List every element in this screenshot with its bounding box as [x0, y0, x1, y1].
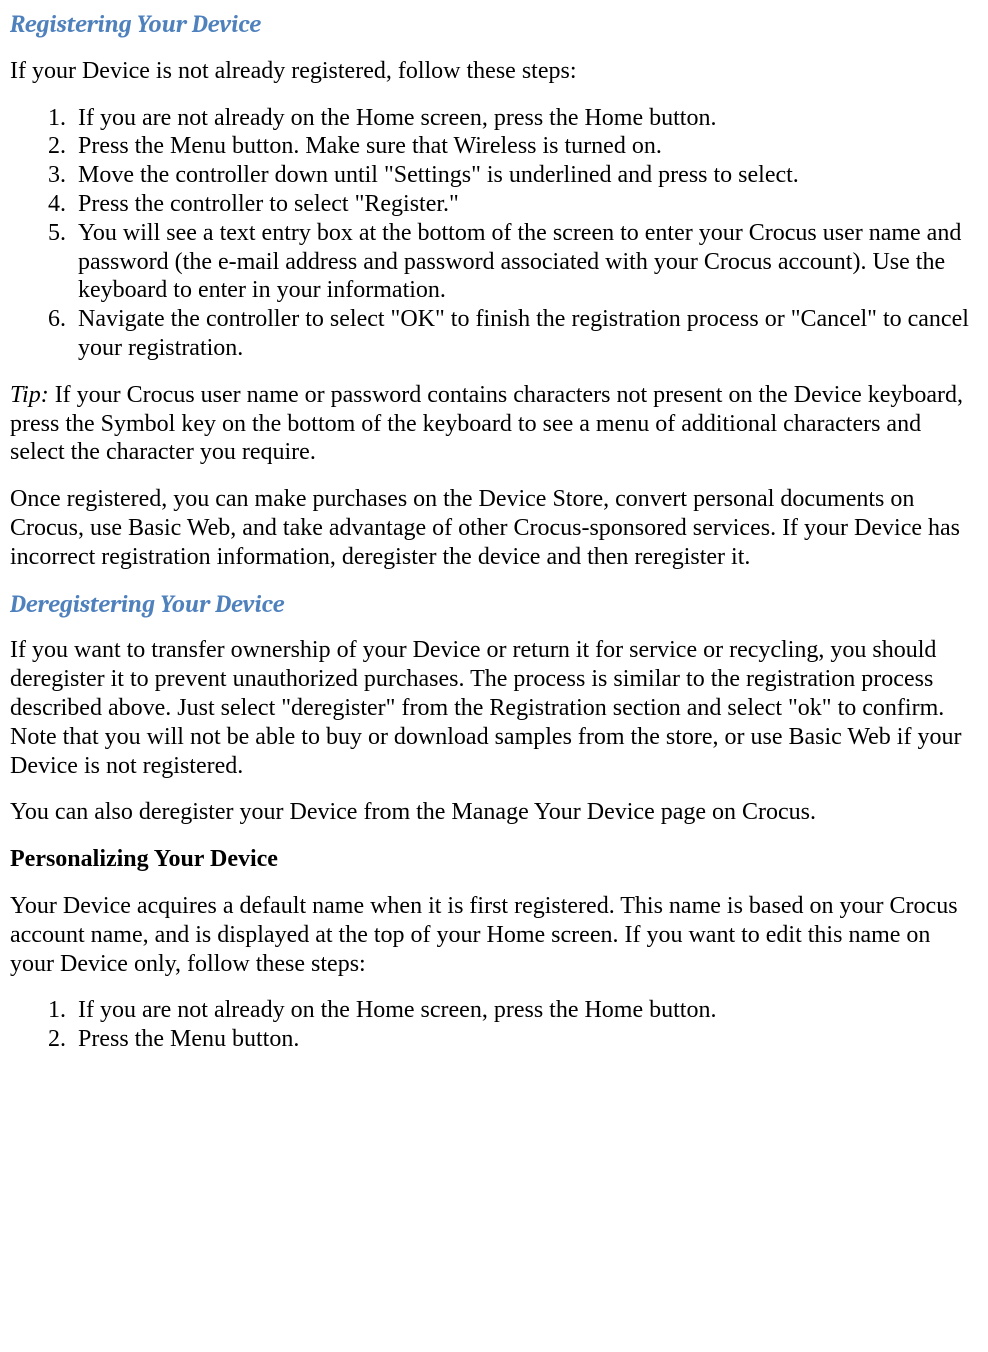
list-item: If you are not already on the Home scree…	[72, 996, 978, 1025]
heading-registering: Registering Your Device	[10, 10, 978, 39]
paragraph-intro: If your Device is not already registered…	[10, 57, 978, 86]
paragraph-deregister: If you want to transfer ownership of you…	[10, 636, 978, 780]
tip-label: Tip:	[10, 382, 49, 408]
list-item: Press the controller to select "Register…	[72, 190, 978, 219]
list-item: Press the Menu button. Make sure that Wi…	[72, 132, 978, 161]
heading-personalizing: Personalizing Your Device	[10, 845, 978, 874]
paragraph-tip: Tip: If your Crocus user name or passwor…	[10, 381, 978, 467]
heading-deregistering: Deregistering Your Device	[10, 590, 978, 619]
list-item: If you are not already on the Home scree…	[72, 104, 978, 133]
list-item: Press the Menu button.	[72, 1025, 978, 1054]
list-personalize-steps: If you are not already on the Home scree…	[10, 996, 978, 1054]
tip-body: If your Crocus user name or password con…	[10, 382, 963, 466]
paragraph-personalize: Your Device acquires a default name when…	[10, 892, 978, 978]
list-item: You will see a text entry box at the bot…	[72, 219, 978, 305]
list-item: Move the controller down until "Settings…	[72, 161, 978, 190]
paragraph-deregister-manage: You can also deregister your Device from…	[10, 798, 978, 827]
paragraph-once-registered: Once registered, you can make purchases …	[10, 485, 978, 571]
list-item: Navigate the controller to select "OK" t…	[72, 305, 978, 363]
list-register-steps: If you are not already on the Home scree…	[10, 104, 978, 363]
